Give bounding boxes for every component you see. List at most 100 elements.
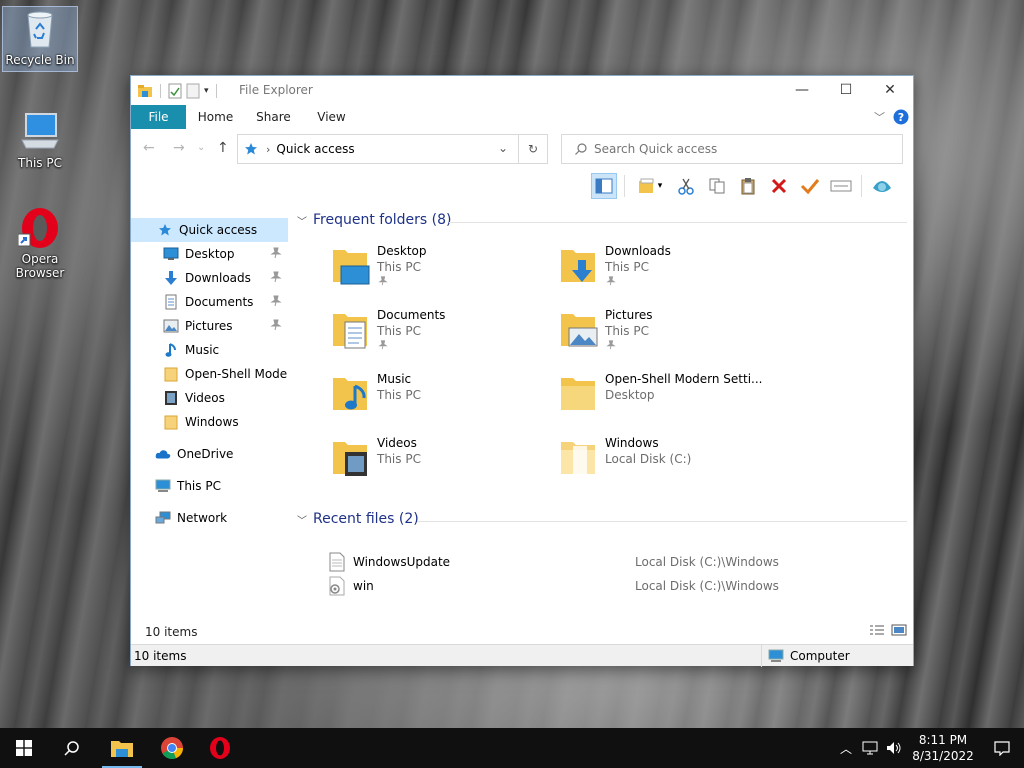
network-status-icon[interactable]: [862, 741, 878, 755]
taskbar-file-explorer[interactable]: [98, 728, 146, 768]
desktop-icon-this-pc[interactable]: This PC: [2, 110, 78, 170]
nav-item-videos[interactable]: Videos: [131, 386, 288, 410]
start-button[interactable]: [0, 728, 48, 768]
folder-tile-documents[interactable]: Documents This PC: [331, 308, 551, 368]
nav-item-documents[interactable]: Documents: [131, 290, 288, 314]
desktop-icon-recycle-bin[interactable]: Recycle Bin: [2, 6, 78, 72]
frequent-folders-group-header[interactable]: ﹀ Frequent folders (8): [297, 212, 452, 228]
clock-date: 8/31/2022: [912, 749, 974, 763]
cut-button[interactable]: [673, 173, 699, 199]
folder-name: Desktop: [377, 244, 427, 258]
desktop-icon-label: This PC: [18, 156, 62, 170]
pin-icon[interactable]: [270, 295, 282, 307]
show-hidden-icons-chevron-icon[interactable]: ︿: [840, 740, 852, 757]
back-arrow-icon[interactable]: ←: [143, 140, 155, 156]
copy-button[interactable]: [704, 173, 730, 199]
text-file-icon: [329, 552, 345, 572]
address-bar[interactable]: › Quick access ⌄: [237, 134, 548, 164]
tab-file[interactable]: File: [131, 105, 186, 129]
settings-button[interactable]: [869, 173, 895, 199]
address-current-location[interactable]: Quick access: [276, 142, 354, 156]
folder-tile-open-shell[interactable]: Open-Shell Modern Setti... Desktop: [559, 372, 779, 432]
music-icon: [165, 343, 176, 357]
paste-button[interactable]: [735, 173, 761, 199]
checkmark-icon: [800, 179, 820, 195]
maximize-button[interactable]: ☐: [823, 76, 869, 104]
nav-item-this-pc[interactable]: This PC: [131, 474, 288, 498]
nav-item-music[interactable]: Music: [131, 338, 288, 362]
folder-tile-desktop[interactable]: Desktop This PC: [331, 244, 551, 304]
details-view-icon[interactable]: [869, 624, 885, 636]
recent-locations-chevron-icon[interactable]: ⌄: [197, 142, 205, 153]
folder-tile-downloads[interactable]: Downloads This PC: [559, 244, 779, 304]
taskbar-chrome[interactable]: [148, 728, 196, 768]
tab-home[interactable]: Home: [193, 105, 238, 129]
customize-qat-dropdown-icon[interactable]: ▾: [204, 86, 209, 96]
desktop-icon: [163, 247, 179, 260]
nav-item-label: Music: [185, 343, 220, 357]
close-button[interactable]: ✕: [867, 76, 913, 104]
taskbar-opera[interactable]: [196, 728, 244, 768]
file-explorer-window[interactable]: ▾ File Explorer — ☐ ✕ File Home Share Vi…: [130, 75, 914, 667]
up-arrow-icon[interactable]: ↑: [217, 140, 229, 156]
pin-icon[interactable]: [270, 271, 282, 283]
address-dropdown-chevron-icon[interactable]: ⌄: [498, 141, 508, 155]
pin-icon[interactable]: [270, 247, 282, 259]
new-folder-button[interactable]: ▾: [632, 173, 668, 199]
svg-text:?: ?: [898, 111, 904, 124]
recent-file-name: WindowsUpdate: [353, 555, 451, 569]
taskbar-search-button[interactable]: [48, 728, 96, 768]
folder-options-icon: [638, 178, 654, 193]
nav-item-label: Documents: [185, 295, 254, 309]
recent-file-row[interactable]: WindowsUpdate Local Disk (C:)\Windows: [317, 550, 907, 574]
folder-tile-videos[interactable]: Videos This PC: [331, 436, 551, 496]
nav-item-pictures[interactable]: Pictures: [131, 314, 288, 338]
tab-share[interactable]: Share: [251, 105, 296, 129]
folder-tile-music[interactable]: Music This PC: [331, 372, 551, 432]
refresh-icon: ↻: [527, 142, 539, 156]
properties-icon[interactable]: [168, 83, 182, 99]
recent-file-row[interactable]: win Local Disk (C:)\Windows: [317, 574, 907, 598]
search-box[interactable]: [561, 134, 903, 164]
nav-item-label: Quick access: [179, 223, 258, 237]
nav-item-label: Downloads: [185, 271, 251, 285]
new-folder-icon[interactable]: [186, 83, 200, 99]
folder-tile-windows[interactable]: Windows Local Disk (C:): [559, 436, 779, 496]
nav-item-quick-access[interactable]: Quick access: [131, 218, 288, 242]
help-icon[interactable]: ?: [893, 109, 909, 125]
status-bar: 10 items Computer: [131, 644, 913, 667]
action-center-button[interactable]: [980, 728, 1024, 768]
nav-item-desktop[interactable]: Desktop: [131, 242, 288, 266]
delete-button[interactable]: [766, 173, 792, 199]
forward-arrow-icon[interactable]: →: [173, 140, 185, 156]
folder-tile-pictures[interactable]: Pictures This PC: [559, 308, 779, 368]
taskbar-clock[interactable]: 8:11 PM 8/31/2022: [906, 732, 980, 764]
large-icons-view-icon[interactable]: [891, 624, 907, 636]
network-icon: [155, 511, 171, 524]
desktop-icon-label: Recycle Bin: [5, 53, 75, 67]
pictures-icon: [163, 319, 179, 333]
volume-icon[interactable]: [886, 741, 902, 755]
minimize-button[interactable]: —: [779, 76, 825, 104]
nav-item-open-shell-modern[interactable]: Open-Shell Modern: [131, 362, 288, 386]
nav-item-network[interactable]: Network: [131, 506, 288, 530]
explorer-folder-icon[interactable]: [137, 83, 153, 99]
search-input[interactable]: [594, 142, 884, 156]
nav-item-label: Videos: [185, 391, 225, 405]
nav-item-downloads[interactable]: Downloads: [131, 266, 288, 290]
rename-button[interactable]: [828, 173, 854, 199]
recent-files-group-header[interactable]: ﹀ Recent files (2): [297, 511, 419, 527]
refresh-button[interactable]: ↻: [518, 134, 548, 164]
title-bar[interactable]: ▾ File Explorer — ☐ ✕: [131, 76, 913, 104]
recent-file-path: Local Disk (C:)\Windows: [635, 555, 779, 569]
nav-item-label: OneDrive: [177, 447, 234, 461]
pin-icon[interactable]: [270, 319, 282, 331]
expand-ribbon-chevron-icon[interactable]: ﹀: [874, 109, 885, 125]
nav-item-windows[interactable]: Windows: [131, 410, 288, 434]
desktop-icon-opera[interactable]: Opera Browser: [2, 206, 78, 280]
navigation-pane-button[interactable]: [591, 173, 617, 199]
tab-view[interactable]: View: [309, 105, 354, 129]
nav-item-onedrive[interactable]: OneDrive: [131, 442, 288, 466]
breadcrumb-separator-icon[interactable]: ›: [266, 143, 270, 156]
select-check-button[interactable]: [797, 173, 823, 199]
